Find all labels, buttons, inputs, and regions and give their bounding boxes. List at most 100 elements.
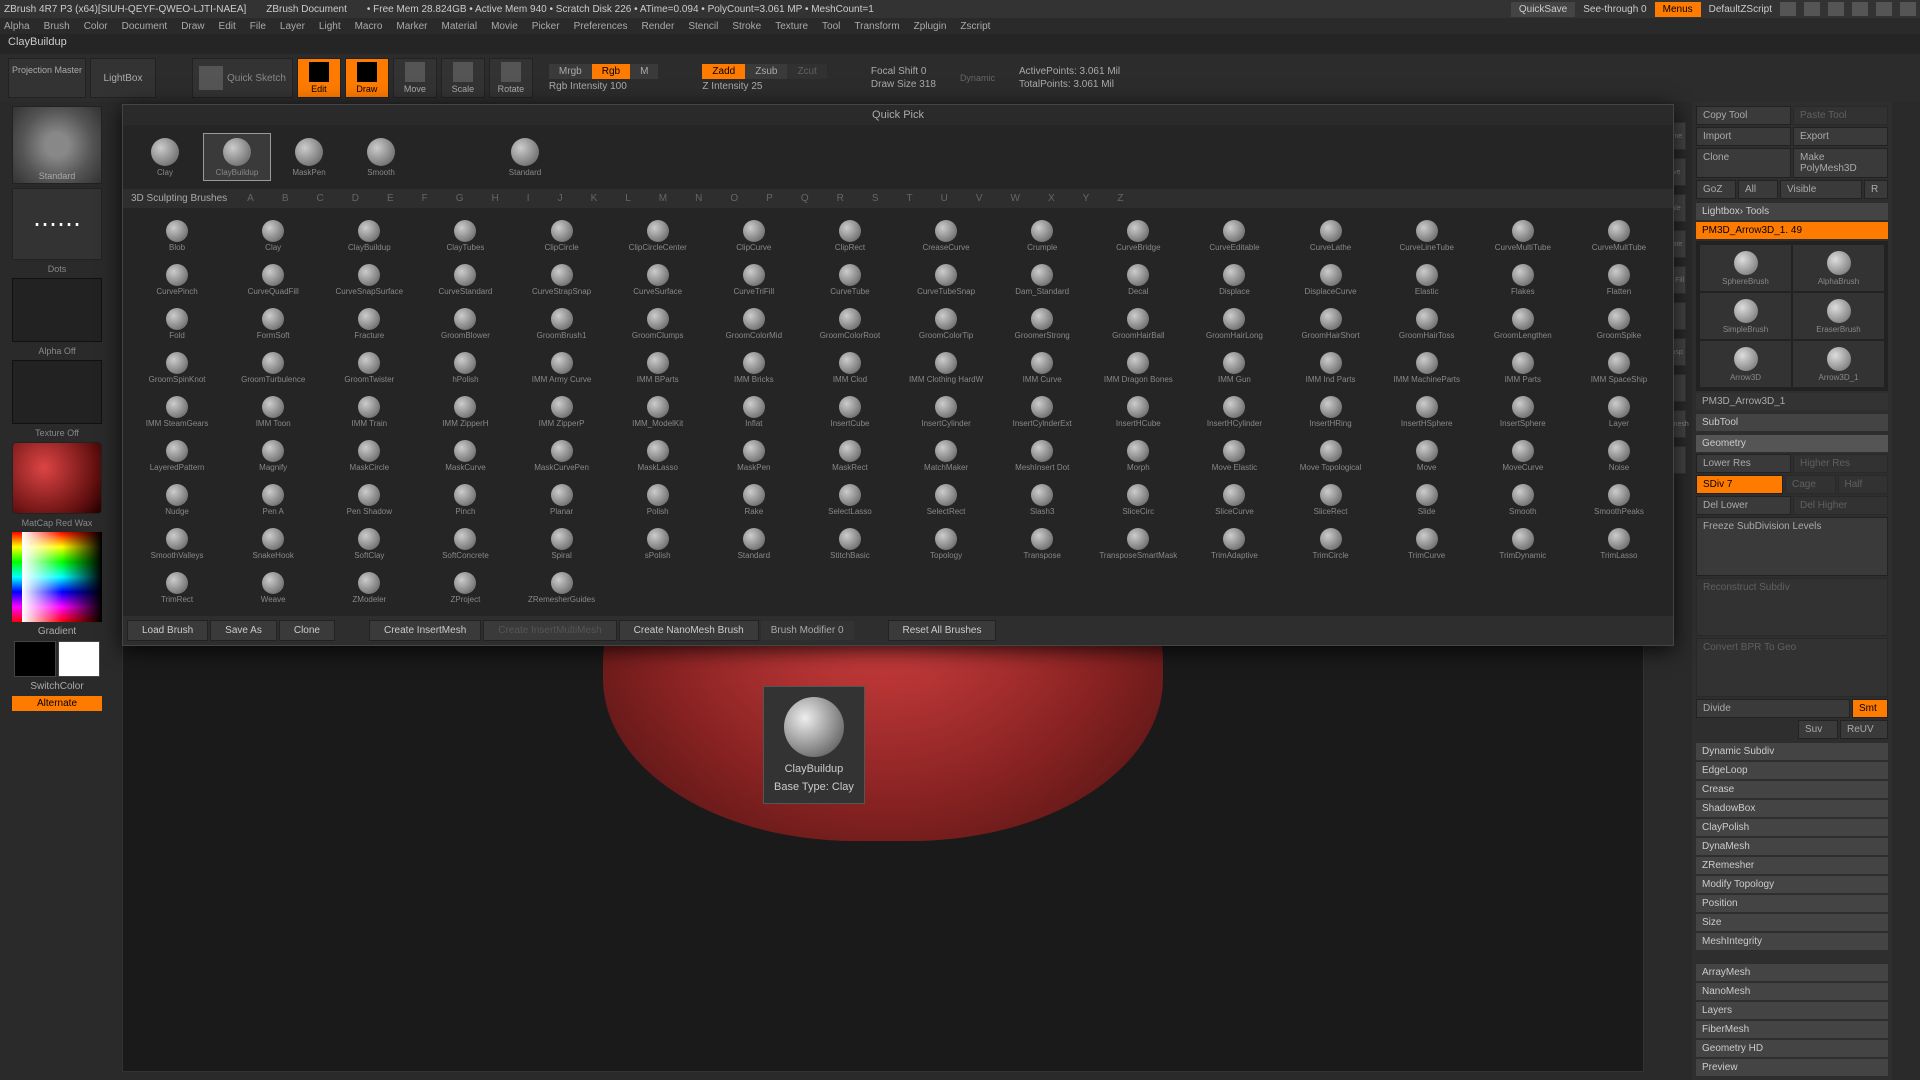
brush-GroomHairLong[interactable]: GroomHairLong (1186, 302, 1282, 346)
geo-modify-topology[interactable]: Modify Topology (1696, 876, 1888, 893)
move-button[interactable]: Move (393, 58, 437, 98)
brush-ClayTubes[interactable]: ClayTubes (417, 214, 513, 258)
brush-TrimLasso[interactable]: TrimLasso (1571, 522, 1667, 566)
geo-dynamesh[interactable]: DynaMesh (1696, 838, 1888, 855)
brush-Noise[interactable]: Noise (1571, 434, 1667, 478)
swatch-black[interactable] (14, 641, 56, 677)
brush-GroomSpike[interactable]: GroomSpike (1571, 302, 1667, 346)
freeze-subdiv-button[interactable]: Freeze SubDivision Levels (1696, 517, 1888, 576)
brush-modifier-slider[interactable]: Brush Modifier 0 (761, 621, 854, 640)
brush-InsertHCube[interactable]: InsertHCube (1090, 390, 1186, 434)
draw-button[interactable]: Draw (345, 58, 389, 98)
brush-LayeredPattern[interactable]: LayeredPattern (129, 434, 225, 478)
rgb-intensity-slider[interactable]: Rgb Intensity 100 (549, 81, 659, 92)
quick-pick-Standard[interactable]: Standard (491, 133, 559, 181)
brush-CurveLathe[interactable]: CurveLathe (1283, 214, 1379, 258)
tool-SphereBrush[interactable]: SphereBrush (1700, 245, 1791, 291)
brush-IMM-Gun[interactable]: IMM Gun (1186, 346, 1282, 390)
subtool-header[interactable]: SubTool (1696, 414, 1888, 431)
copy-tool-button[interactable]: Copy Tool (1696, 106, 1791, 125)
menu-picker[interactable]: Picker (532, 21, 560, 32)
alpha-tab-Q[interactable]: Q (801, 193, 809, 204)
alpha-tab-C[interactable]: C (317, 193, 324, 204)
brush-InsertCylnderExt[interactable]: InsertCylnderExt (994, 390, 1090, 434)
brush-SoftClay[interactable]: SoftClay (321, 522, 417, 566)
quick-pick-Clay[interactable]: Clay (131, 133, 199, 181)
alpha-tab-X[interactable]: X (1048, 193, 1055, 204)
brush-Polish[interactable]: Polish (610, 478, 706, 522)
del-higher-button[interactable]: Del Higher (1793, 496, 1888, 515)
alpha-tab-P[interactable]: P (766, 193, 773, 204)
brush-Planar[interactable]: Planar (514, 478, 610, 522)
seethrough-slider[interactable]: See-through 0 (1583, 4, 1646, 15)
panel-geometry-hd[interactable]: Geometry HD (1696, 1040, 1888, 1057)
alpha-tab-M[interactable]: M (659, 193, 667, 204)
brush-Nudge[interactable]: Nudge (129, 478, 225, 522)
menu-brush[interactable]: Brush (44, 21, 70, 32)
brush-MoveCurve[interactable]: MoveCurve (1475, 434, 1571, 478)
brush-TrimDynamic[interactable]: TrimDynamic (1475, 522, 1571, 566)
brush-GroomBrush1[interactable]: GroomBrush1 (514, 302, 610, 346)
brush-GroomLengthen[interactable]: GroomLengthen (1475, 302, 1571, 346)
goz-visible-button[interactable]: Visible (1780, 180, 1862, 199)
reset-all-brushes-button[interactable]: Reset All Brushes (888, 620, 997, 641)
brush-IMM-Toon[interactable]: IMM Toon (225, 390, 321, 434)
tool-EraserBrush[interactable]: EraserBrush (1793, 293, 1884, 339)
higher-res-button[interactable]: Higher Res (1793, 454, 1888, 473)
brush-MaskLasso[interactable]: MaskLasso (610, 434, 706, 478)
geo-crease[interactable]: Crease (1696, 781, 1888, 798)
brush-ClayBuildup[interactable]: ClayBuildup (321, 214, 417, 258)
brush-InsertHCylinder[interactable]: InsertHCylinder (1186, 390, 1282, 434)
lightbox-tools-header[interactable]: Lightbox› Tools (1696, 203, 1888, 220)
brush-TrimCircle[interactable]: TrimCircle (1283, 522, 1379, 566)
panel-arraymesh[interactable]: ArrayMesh (1696, 964, 1888, 981)
make-polymesh-button[interactable]: Make PolyMesh3D (1793, 148, 1888, 178)
brush-GroomTwister[interactable]: GroomTwister (321, 346, 417, 390)
color-picker[interactable] (12, 532, 102, 622)
brush-GroomColorMid[interactable]: GroomColorMid (706, 302, 802, 346)
brush-SelectRect[interactable]: SelectRect (898, 478, 994, 522)
brush-MaskPen[interactable]: MaskPen (706, 434, 802, 478)
tool-SimpleBrush[interactable]: SimpleBrush (1700, 293, 1791, 339)
brush-TrimCurve[interactable]: TrimCurve (1379, 522, 1475, 566)
alpha-tab-H[interactable]: H (492, 193, 499, 204)
brush-IMM_ModelKit[interactable]: IMM_ModelKit (610, 390, 706, 434)
alpha-tab-Z[interactable]: Z (1117, 193, 1123, 204)
create-nanomesh-button[interactable]: Create NanoMesh Brush (619, 620, 759, 641)
brush-GroomColorTip[interactable]: GroomColorTip (898, 302, 994, 346)
brush-Dam_Standard[interactable]: Dam_Standard (994, 258, 1090, 302)
alpha-tab-U[interactable]: U (941, 193, 948, 204)
alpha-tab-F[interactable]: F (422, 193, 428, 204)
window-icon-3[interactable] (1828, 2, 1844, 16)
dynamic-toggle[interactable]: Dynamic (960, 73, 995, 83)
brush-Blob[interactable]: Blob (129, 214, 225, 258)
brush-CurveSnapSurface[interactable]: CurveSnapSurface (321, 258, 417, 302)
geo-zremesher[interactable]: ZRemesher (1696, 857, 1888, 874)
brush-TrimRect[interactable]: TrimRect (129, 566, 225, 610)
brush-Smooth[interactable]: Smooth (1475, 478, 1571, 522)
brush-IMM-ZipperP[interactable]: IMM ZipperP (514, 390, 610, 434)
panel-layers[interactable]: Layers (1696, 1002, 1888, 1019)
switchcolor-button[interactable]: SwitchColor (30, 681, 83, 692)
m-button[interactable]: M (630, 64, 658, 79)
geo-dynamic-subdiv[interactable]: Dynamic Subdiv (1696, 743, 1888, 760)
goz-button[interactable]: GoZ (1696, 180, 1736, 199)
menu-light[interactable]: Light (319, 21, 341, 32)
brush-Weave[interactable]: Weave (225, 566, 321, 610)
alpha-tab-N[interactable]: N (695, 193, 702, 204)
brush-GroomTurbulence[interactable]: GroomTurbulence (225, 346, 321, 390)
brush-sPolish[interactable]: sPolish (610, 522, 706, 566)
alpha-tab-J[interactable]: J (558, 193, 563, 204)
brush-Magnify[interactable]: Magnify (225, 434, 321, 478)
geo-shadowbox[interactable]: ShadowBox (1696, 800, 1888, 817)
brush-GroomClumps[interactable]: GroomClumps (610, 302, 706, 346)
brush-SliceCurve[interactable]: SliceCurve (1186, 478, 1282, 522)
brush-CurveTriFill[interactable]: CurveTriFill (706, 258, 802, 302)
menu-alpha[interactable]: Alpha (4, 21, 30, 32)
brush-Pen-A[interactable]: Pen A (225, 478, 321, 522)
brush-Move-Topological[interactable]: Move Topological (1283, 434, 1379, 478)
alpha-tab-S[interactable]: S (872, 193, 879, 204)
alpha-tab-D[interactable]: D (352, 193, 359, 204)
brush-MaskRect[interactable]: MaskRect (802, 434, 898, 478)
menu-color[interactable]: Color (84, 21, 108, 32)
